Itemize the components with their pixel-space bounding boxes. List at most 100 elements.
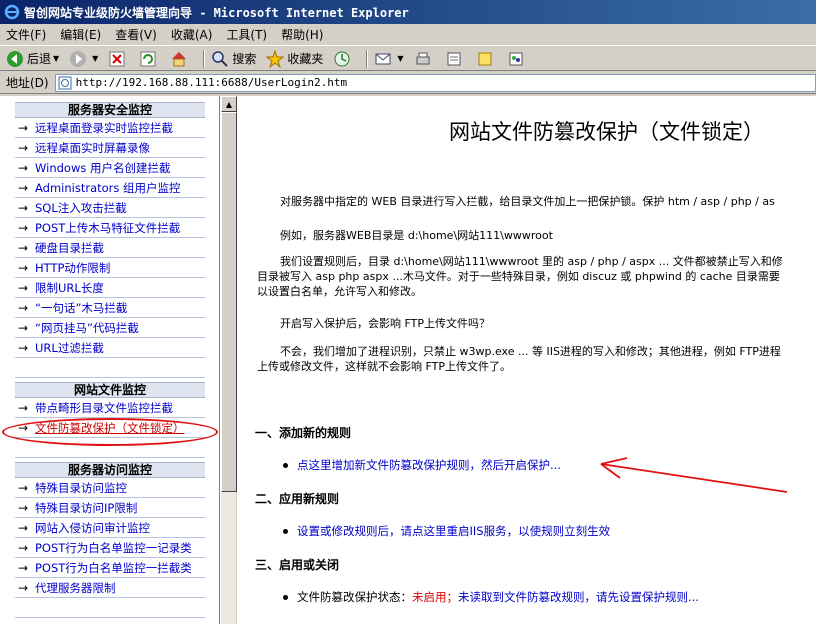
sidebar-item[interactable]: → Windows 用户名创建拦截 (15, 158, 205, 178)
forward-dropdown-icon[interactable]: ▼ (92, 54, 98, 63)
sidebar-item[interactable]: → 远程桌面实时屏幕录像 (15, 138, 205, 158)
sidebar-section-server-access: 服务器访问监控 → 特殊目录访问监控 → 特殊目录访问IP限制 → 网站入侵访问审计监… (15, 462, 205, 618)
messenger-icon (509, 52, 523, 65)
sidebar-item[interactable]: → 网站入侵访问审计监控 (15, 518, 205, 538)
arrow-right-icon: → (18, 220, 29, 235)
stop-button[interactable] (106, 48, 131, 70)
sidebar-item[interactable]: → 限制URL长度 (15, 278, 205, 298)
search-label: 搜索 (232, 52, 257, 66)
section-apply-rule-title: 二、应用新规则 (255, 492, 340, 506)
refresh-icon (140, 51, 156, 66)
arrow-right-icon: → (18, 200, 29, 215)
set-rule-link[interactable]: 未读取到文件防篡改规则，请先设置保护规则... (458, 589, 699, 605)
home-button[interactable] (168, 48, 193, 70)
messenger-button[interactable] (505, 48, 530, 70)
menu-favorites[interactable]: 收藏(A) (171, 26, 213, 43)
discuss-button[interactable] (474, 48, 499, 70)
mail-icon (375, 53, 391, 64)
arrow-right-icon: → (18, 260, 29, 275)
history-icon (334, 51, 350, 66)
edit-document-icon (447, 52, 461, 65)
sidebar-item[interactable]: → 远程桌面登录实时监控拦截 (15, 118, 205, 138)
sidebar-section-title: 网站文件监控 (15, 382, 205, 398)
arrow-right-icon: → (18, 300, 29, 315)
toolbar: 后退 ▼ ▼ 搜索 收藏夹 ▼ (0, 47, 816, 71)
sidebar-item[interactable]: → “一句话”木马拦截 (15, 298, 205, 318)
sidebar-empty-row (15, 438, 205, 458)
restart-iis-link[interactable]: 设置或修改规则后，请点这里重启IIS服务，以使规则立刻生效 (297, 523, 610, 539)
menu-tools[interactable]: 工具(T) (226, 26, 267, 43)
window-title: 智创网站专业级防火墙管理向导 - Microsoft Internet Expl… (24, 5, 409, 20)
menu-help[interactable]: 帮助(H) (281, 26, 323, 43)
sidebar-section-server-security: 服务器安全监控 → 远程桌面登录实时监控拦截 → 远程桌面实时屏幕录像 → Windo… (15, 102, 205, 378)
bullet-icon (283, 462, 288, 468)
arrow-right-icon: → (18, 340, 29, 355)
arrow-right-icon: → (18, 180, 29, 195)
protection-status-value: 未启用； (412, 590, 458, 604)
sidebar-item[interactable]: → “网页挂马”代码拦截 (15, 318, 205, 338)
sidebar-item[interactable]: → POST行为白名单监控一拦截类 (15, 558, 205, 578)
search-button[interactable]: 搜索 (209, 48, 258, 70)
rule-paragraph-line1: 我们设置规则后，目录 d:\home\网站111\wwwroot 里的 asp … (280, 255, 783, 268)
arrow-right-icon: → (18, 160, 29, 175)
sidebar-frame: 服务器安全监控 → 远程桌面登录实时监控拦截 → 远程桌面实时屏幕录像 → Windo… (0, 96, 220, 624)
printer-icon (416, 52, 430, 64)
arrow-right-icon: → (18, 500, 29, 515)
sidebar-item-active[interactable]: → 文件防篡改保护（文件锁定） (15, 418, 205, 438)
history-button[interactable] (331, 48, 356, 70)
ftp-answer-line1: 不会，我们增加了进程识别，只禁止 w3wp.exe ... 等 IIS进程的写入… (280, 345, 781, 358)
stop-icon (109, 51, 125, 66)
sidebar-item[interactable]: → HTTP动作限制 (15, 258, 205, 278)
print-button[interactable] (412, 48, 437, 70)
back-dropdown-icon[interactable]: ▼ (53, 54, 59, 63)
back-arrow-icon (7, 50, 23, 67)
sidebar-item[interactable]: → POST上传木马特征文件拦截 (15, 218, 205, 238)
ftp-answer-line2: 上传或修改文件，这样就不会影响 FTP上传文件了。 (257, 360, 511, 373)
protection-status-item: 文件防篡改保护状态： 未启用； 未读取到文件防篡改规则，请先设置保护规则... (283, 589, 699, 605)
favorites-button[interactable]: 收藏夹 (264, 48, 325, 70)
address-input[interactable]: http://192.168.88.111:6688/UserLogin2.ht… (54, 73, 816, 92)
page-title: 网站文件防篡改保护（文件锁定） (449, 120, 764, 144)
scroll-up-icon[interactable]: ▲ (221, 96, 237, 112)
protection-status-label: 文件防篡改保护状态： (297, 590, 412, 604)
sidebar-scrollbar[interactable]: ▲ (220, 96, 237, 624)
menu-file[interactable]: 文件(F) (6, 26, 46, 43)
sidebar-item[interactable]: → 特殊目录访问IP限制 (15, 498, 205, 518)
mail-dropdown-icon[interactable]: ▼ (397, 54, 403, 63)
add-rule-item: 点这里增加新文件防篡改保护规则，然后开启保护... (283, 457, 561, 473)
home-icon (172, 51, 187, 66)
address-label: 地址(D) (6, 76, 49, 90)
arrow-right-icon: → (18, 420, 29, 435)
rule-paragraph-line2: 目录被写入 asp php aspx ...木马文件。对于一些特殊目录，例如 d… (257, 270, 780, 283)
intro-paragraph: 对服务器中指定的 WEB 目录进行写入拦截，给目录文件加上一把保护锁。保护 ht… (280, 195, 775, 208)
back-button[interactable]: 后退 ▼ (4, 48, 61, 70)
section-toggle-title: 三、启用或关闭 (255, 558, 340, 572)
bullet-icon (283, 528, 288, 534)
arrow-right-icon: → (18, 320, 29, 335)
arrow-right-icon: → (18, 280, 29, 295)
sidebar-item[interactable]: → SQL注入攻击拦截 (15, 198, 205, 218)
menu-edit[interactable]: 编辑(E) (60, 26, 101, 43)
menu-view[interactable]: 查看(V) (115, 26, 157, 43)
address-url: http://192.168.88.111:6688/UserLogin2.ht… (75, 76, 348, 89)
arrow-right-icon: → (18, 140, 29, 155)
search-icon (212, 50, 229, 67)
sidebar-item[interactable]: → Administrators 组用户监控 (15, 178, 205, 198)
sidebar-item[interactable]: → POST行为白名单监控一记录类 (15, 538, 205, 558)
rule-paragraph-line3: 以设置白名单，允许写入和修改。 (257, 285, 422, 298)
arrow-right-icon: → (18, 520, 29, 535)
arrow-right-icon: → (18, 480, 29, 495)
sidebar-item[interactable]: → 硬盘目录拦截 (15, 238, 205, 258)
refresh-button[interactable] (137, 48, 162, 70)
sidebar-item[interactable]: → 特殊目录访问监控 (15, 478, 205, 498)
forward-button[interactable]: ▼ (67, 48, 100, 70)
edit-button[interactable] (443, 48, 468, 70)
mail-button[interactable]: ▼ (372, 48, 405, 70)
add-rule-link[interactable]: 点这里增加新文件防篡改保护规则，然后开启保护... (297, 457, 561, 473)
back-label: 后退 (27, 52, 52, 66)
sidebar-item[interactable]: → 带点畸形目录文件监控拦截 (15, 398, 205, 418)
sidebar-section-title: 服务器访问监控 (15, 462, 205, 478)
sidebar-item[interactable]: → 代理服务器限制 (15, 578, 205, 598)
sidebar-item[interactable]: → URL过滤拦截 (15, 338, 205, 358)
scrollbar-thumb[interactable] (221, 112, 237, 492)
